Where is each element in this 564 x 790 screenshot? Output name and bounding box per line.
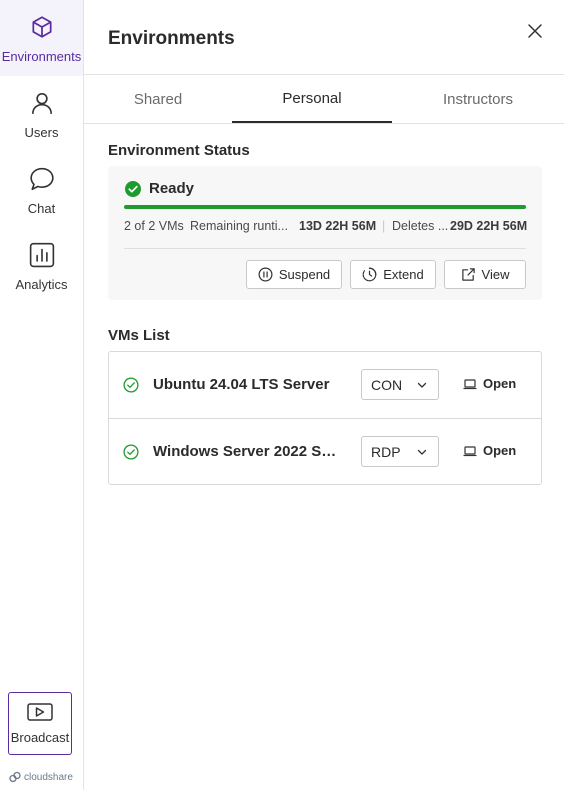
extend-button[interactable]: Extend <box>350 260 436 289</box>
user-icon <box>31 92 52 114</box>
view-label: View <box>481 267 510 282</box>
cube-icon <box>31 16 52 38</box>
sidebar-item-environments[interactable]: Environments <box>0 0 83 76</box>
remaining-runtime-label: Remaining runti... <box>190 219 288 233</box>
sidebar-item-chat[interactable]: Chat <box>0 152 83 228</box>
progress-fill <box>124 205 526 209</box>
meta-separator: | <box>382 219 386 233</box>
deletes-value: 29D 22H 56M <box>450 219 528 233</box>
status-badge: Ready <box>125 180 194 197</box>
card-divider <box>124 248 526 249</box>
sidebar-item-label: Chat <box>27 201 56 216</box>
environments-panel: Environments Shared Personal Instructors… <box>84 0 564 790</box>
vm-row: Ubuntu 24.04 LTS Server CON Open <box>109 352 541 418</box>
tab-instructors[interactable]: Instructors <box>392 75 564 123</box>
tab-bar: Shared Personal Instructors <box>84 75 564 124</box>
open-vm-button[interactable]: Open <box>463 443 516 458</box>
sidebar-item-users[interactable]: Users <box>0 76 83 152</box>
connection-protocol-select[interactable]: RDP <box>361 436 439 467</box>
brand-logo: cloudshare <box>9 771 73 783</box>
check-circle-icon <box>123 444 139 460</box>
chevron-down-icon <box>417 382 427 388</box>
suspend-label: Suspend <box>278 267 331 282</box>
status-text: Ready <box>149 180 195 197</box>
connection-protocol-value: CON <box>371 376 403 393</box>
video-camera-icon <box>27 703 53 721</box>
tab-shared[interactable]: Shared <box>84 75 232 123</box>
vms-list-heading: VMs List <box>108 327 170 344</box>
close-icon[interactable] <box>526 22 544 40</box>
tab-personal[interactable]: Personal <box>232 75 392 123</box>
left-nav-rail: Environments Users Chat Analytics Broadc… <box>0 0 84 790</box>
vms-list: Ubuntu 24.04 LTS Server CON Open Windows… <box>108 351 542 485</box>
environment-status-card: Ready 2 of 2 VMs Remaining runti... 13D … <box>108 166 542 300</box>
open-label: Open <box>483 376 517 391</box>
bar-chart-icon <box>29 242 54 268</box>
page-title: Environments <box>108 28 235 49</box>
brand-name: cloudshare <box>24 771 73 783</box>
environment-status-heading: Environment Status <box>108 142 250 159</box>
extend-label: Extend <box>383 267 424 282</box>
timer-extend-icon <box>362 267 377 282</box>
chevron-down-icon <box>417 449 427 455</box>
vm-name: Windows Server 2022 Standard <box>153 443 339 460</box>
pause-circle-icon <box>258 267 273 282</box>
open-vm-button[interactable]: Open <box>463 376 516 391</box>
deletes-label: Deletes ... <box>392 219 449 233</box>
check-circle-filled-icon <box>125 180 141 197</box>
environment-progress-bar <box>124 205 526 209</box>
suspend-button[interactable]: Suspend <box>246 260 342 289</box>
connection-protocol-select[interactable]: CON <box>361 369 439 400</box>
chat-bubble-icon <box>29 167 54 191</box>
remaining-runtime-value: 13D 22H 56M <box>299 219 377 233</box>
broadcast-label: Broadcast <box>10 730 70 745</box>
sidebar-item-label: Analytics <box>15 277 68 292</box>
external-link-icon <box>461 268 475 281</box>
sidebar-item-label: Users <box>24 125 59 140</box>
broadcast-button[interactable]: Broadcast <box>8 692 72 755</box>
environment-meta: 2 of 2 VMs Remaining runti... 13D 22H 56… <box>124 219 528 235</box>
vm-count: 2 of 2 VMs <box>124 219 184 233</box>
view-button[interactable]: View <box>444 260 526 289</box>
cloudshare-logo-icon <box>9 771 21 783</box>
connection-protocol-value: RDP <box>371 443 401 460</box>
check-circle-icon <box>123 377 139 393</box>
vm-row: Windows Server 2022 Standard RDP Open <box>109 418 541 484</box>
sidebar-item-analytics[interactable]: Analytics <box>0 228 83 304</box>
laptop-icon <box>463 445 477 456</box>
laptop-icon <box>463 378 477 389</box>
vm-name: Ubuntu 24.04 LTS Server <box>153 376 330 393</box>
open-label: Open <box>483 443 517 458</box>
sidebar-item-label: Environments <box>1 49 82 64</box>
